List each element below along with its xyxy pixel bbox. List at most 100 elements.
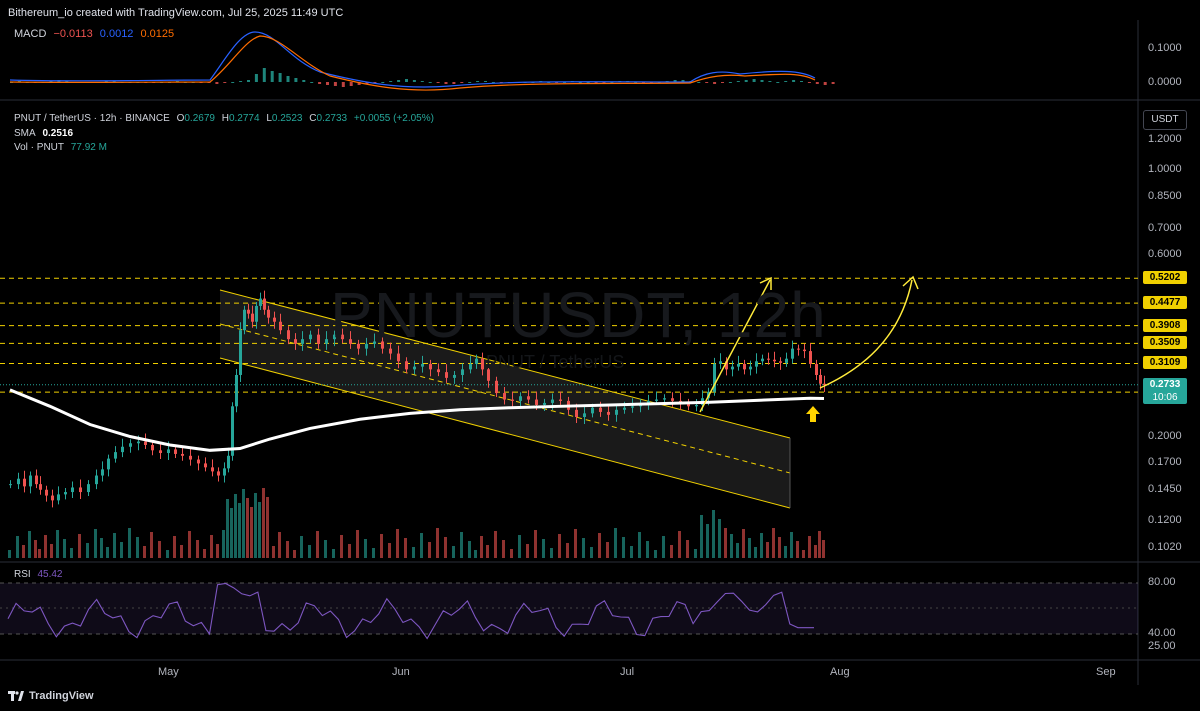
macd-histogram-bar: [807, 82, 811, 83]
macd-histogram-bar: [800, 81, 803, 82]
volume-bar: [736, 543, 739, 558]
low-value: 0.2523: [271, 113, 303, 124]
candle-body: [235, 374, 238, 407]
symbol-watermark: PNUTUSDT, 12h: [330, 279, 827, 351]
candle-body: [815, 363, 818, 375]
volume-label: Vol · PNUT: [14, 142, 65, 153]
volume-bar: [404, 538, 407, 558]
volume-bar: [216, 544, 219, 558]
close-label: C: [309, 113, 317, 124]
macd-histogram-bar: [792, 80, 796, 82]
volume-bar: [286, 541, 289, 558]
candle-body: [204, 463, 207, 468]
candle-body: [663, 398, 666, 400]
footer-brand[interactable]: TradingView: [8, 690, 94, 702]
volume-bar: [542, 539, 545, 558]
macd-histogram-bar: [705, 82, 709, 83]
candle-body: [429, 363, 432, 370]
high-value: 0.2774: [228, 113, 260, 124]
volume-bar: [143, 546, 146, 558]
candle-body: [773, 359, 776, 362]
volume-bar: [278, 532, 281, 558]
candle-body: [107, 458, 110, 470]
rsi-tick-label: 25.00: [1148, 640, 1176, 652]
macd-histogram-bar: [254, 74, 258, 82]
candle-body: [137, 441, 140, 444]
time-tick-label: Jun: [392, 666, 410, 678]
volume-bar: [324, 540, 327, 558]
volume-bar: [630, 546, 633, 558]
volume-bar: [388, 543, 391, 558]
macd-histogram-bar: [262, 68, 266, 82]
candle-body: [317, 334, 320, 344]
candle-body: [211, 467, 214, 472]
open-value: 0.2679: [184, 113, 215, 124]
macd-histogram-bar: [728, 82, 732, 83]
time-tick-label: Sep: [1096, 666, 1116, 678]
volume-bar: [22, 545, 25, 558]
volume-bar: [86, 543, 89, 558]
volume-bar: [614, 528, 617, 558]
volume-bar: [63, 539, 66, 558]
macd-histogram-bar: [412, 80, 416, 82]
candle-body: [17, 478, 20, 485]
candle-body: [671, 398, 674, 401]
symbol-legend: PNUT / TetherUS · 12h · BINANCE O0.2679 …: [14, 113, 438, 124]
projection-curve: [819, 279, 913, 389]
candle-body: [475, 358, 478, 364]
candle-body: [57, 494, 60, 501]
macd-histogram-bar: [341, 82, 345, 87]
volume-bar: [210, 535, 213, 558]
macd-histogram-bar: [326, 82, 329, 85]
currency-button[interactable]: USDT: [1143, 110, 1187, 130]
volume-bar: [444, 537, 447, 558]
bar-countdown: 10:06: [1152, 391, 1178, 403]
macd-histogram-bar: [278, 73, 282, 82]
last-price-tag: 0.2733 10:06: [1143, 377, 1187, 404]
volume-bar: [380, 534, 383, 558]
candle-body: [273, 317, 276, 322]
price-level-label: 0.3908: [1143, 318, 1187, 332]
macd-histogram-bar: [476, 81, 480, 82]
volume-bar: [94, 529, 97, 558]
candle-body: [599, 407, 602, 412]
candle-body: [51, 495, 54, 501]
candle-body: [29, 475, 32, 487]
symbol-info[interactable]: PNUT / TetherUS · 12h · BINANCE: [14, 113, 170, 124]
volume-bar: [724, 528, 727, 558]
candle-body: [79, 487, 82, 493]
volume-bar: [818, 531, 821, 558]
volume-bar: [460, 532, 463, 558]
macd-histogram-bar: [760, 80, 764, 82]
candle-body: [259, 298, 262, 306]
volume-bar: [590, 547, 593, 558]
volume-bar: [136, 537, 139, 558]
candle-body: [779, 361, 782, 363]
price-tick-label: 0.2000: [1148, 429, 1182, 442]
macd-histogram-bar: [721, 82, 724, 83]
candle-body: [421, 363, 424, 367]
macd-histogram-bar: [389, 81, 393, 82]
macd-histogram-bar: [420, 81, 424, 82]
macd-signal-value: 0.0125: [140, 28, 175, 40]
symbol-watermark-sub: PNUT / TetherUS: [486, 352, 625, 372]
candle-body: [263, 298, 266, 310]
volume-bar: [772, 528, 775, 558]
volume-bar: [518, 535, 521, 558]
volume-bar: [226, 499, 229, 558]
volume-bar: [742, 529, 745, 558]
candle-body: [181, 453, 184, 456]
volume-bar: [100, 538, 103, 558]
volume-bar: [474, 550, 477, 558]
volume-bar: [700, 515, 703, 558]
volume-bar: [510, 549, 513, 558]
volume-bar: [526, 544, 529, 558]
attribution-text: Bithereum_io created with TradingView.co…: [8, 7, 344, 19]
volume-bar: [670, 545, 673, 558]
volume-bar: [534, 530, 537, 558]
volume-bar: [308, 545, 311, 558]
volume-bar: [250, 507, 253, 558]
macd-histogram-bar: [223, 82, 227, 83]
volume-bar: [38, 549, 41, 558]
volume-bar: [120, 542, 123, 558]
